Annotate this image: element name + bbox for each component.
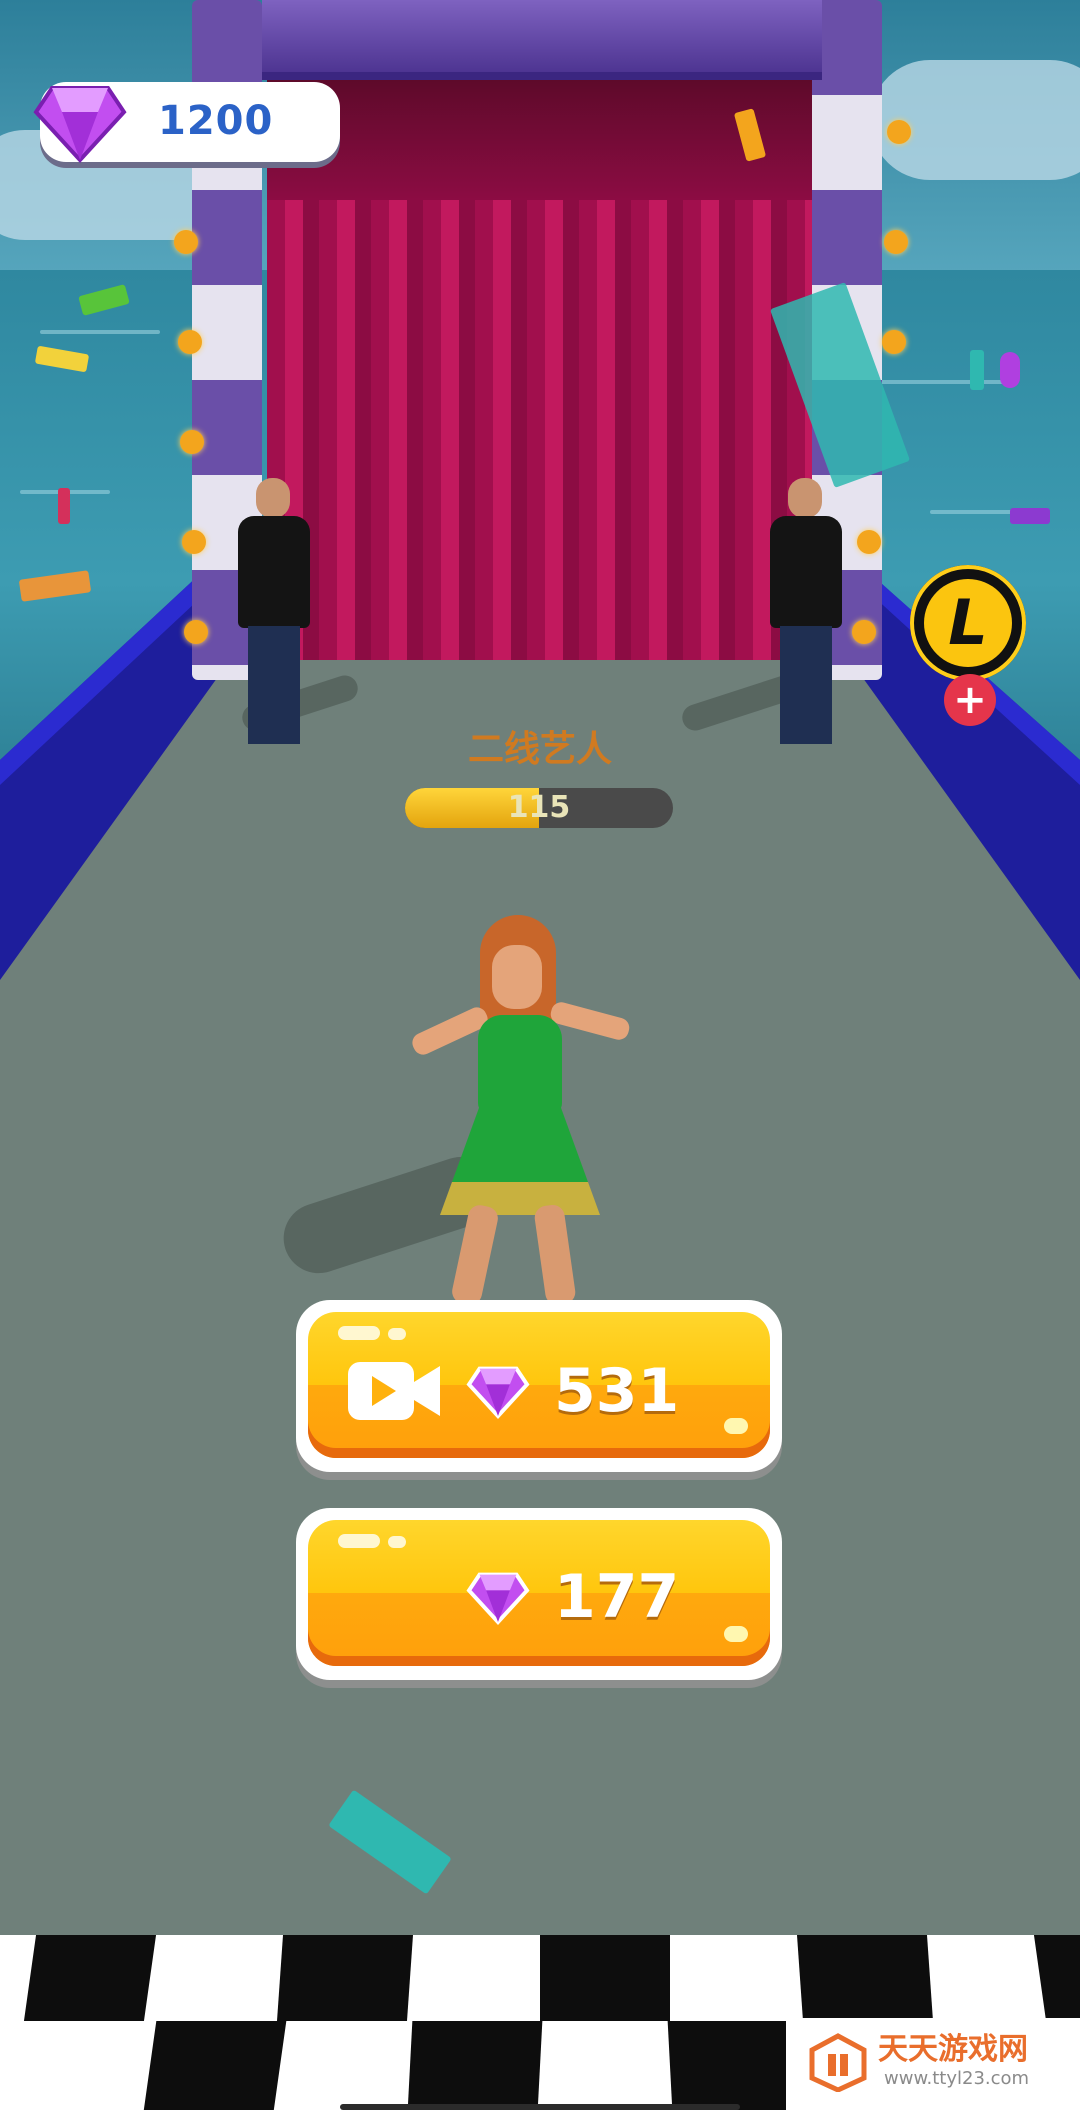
stage-light <box>884 230 908 254</box>
dancer-face <box>492 945 542 1009</box>
gem-count: 1200 <box>158 98 274 144</box>
stage-light <box>184 620 208 644</box>
stage-light <box>178 330 202 354</box>
checker-tile <box>143 2021 287 2110</box>
gem-icon <box>466 1572 530 1625</box>
checker-tile <box>23 1935 157 2021</box>
stage-light <box>857 530 881 554</box>
button-face: 531 <box>308 1312 770 1458</box>
dancer-character <box>400 915 632 1308</box>
bodyguard-left <box>232 478 316 748</box>
dancer-leg-left <box>449 1202 501 1308</box>
dancer-leg-right <box>533 1203 577 1307</box>
gem-icon <box>33 86 127 163</box>
guard-body <box>770 516 842 628</box>
button-shine <box>724 1626 748 1642</box>
stage-light <box>174 230 198 254</box>
checker-tile <box>1033 1935 1080 2021</box>
button-shine <box>388 1328 406 1340</box>
guard-body <box>238 516 310 628</box>
dancer-skirt <box>440 1105 600 1215</box>
claim-reward-amount: 177 <box>554 1562 680 1632</box>
watch-video-reward-button[interactable]: 531 <box>296 1300 782 1472</box>
claim-reward-button[interactable]: 177 <box>296 1508 782 1680</box>
button-shine <box>338 1534 380 1548</box>
dancer-top <box>478 1015 562 1115</box>
level-badge[interactable]: L <box>910 565 1026 681</box>
confetti <box>1010 508 1050 524</box>
gem-counter: 1200 <box>33 82 340 163</box>
stage-light <box>882 330 906 354</box>
checker-tile <box>276 1935 414 2021</box>
confetti <box>970 350 984 390</box>
watermark-logo-icon <box>809 2033 867 2092</box>
home-indicator[interactable] <box>340 2104 740 2110</box>
stage-arch-top <box>262 0 822 80</box>
checker-tile <box>796 1935 934 2021</box>
button-shine <box>388 1536 406 1548</box>
confetti <box>58 488 70 524</box>
rank-title: 二线艺人 <box>467 729 612 770</box>
gem-icon <box>466 1366 530 1419</box>
watermark-url: www.ttyl23.com <box>884 2068 1030 2089</box>
stage-light <box>852 620 876 644</box>
guard-head <box>788 478 822 518</box>
game-scene <box>0 0 1080 2110</box>
confetti <box>1000 352 1020 388</box>
stage-light <box>180 430 204 454</box>
stage-light <box>887 120 911 144</box>
checker-tile <box>540 1935 670 2021</box>
bodyguard-right <box>764 478 848 748</box>
video-reward-amount: 531 <box>554 1356 680 1426</box>
button-face: 177 <box>308 1520 770 1666</box>
rank-progress-bar: 115 <box>405 788 673 828</box>
guard-legs <box>248 626 300 744</box>
video-camera-icon <box>348 1362 440 1420</box>
guard-legs <box>780 626 832 744</box>
rank-progress-value: 115 <box>507 790 571 825</box>
curtain-valance <box>267 70 812 200</box>
site-watermark: 天天游戏网 www.ttyl23.com <box>786 2018 1080 2110</box>
stage-light <box>182 530 206 554</box>
button-shine <box>338 1326 380 1340</box>
watermark-text: 天天游戏网 <box>878 2032 1028 2067</box>
level-letter: L <box>924 579 1012 667</box>
guard-head <box>256 478 290 518</box>
checker-tile <box>667 2021 803 2110</box>
button-shine <box>724 1418 748 1434</box>
checker-tile <box>407 2021 543 2110</box>
add-level-button[interactable]: + <box>944 674 996 726</box>
